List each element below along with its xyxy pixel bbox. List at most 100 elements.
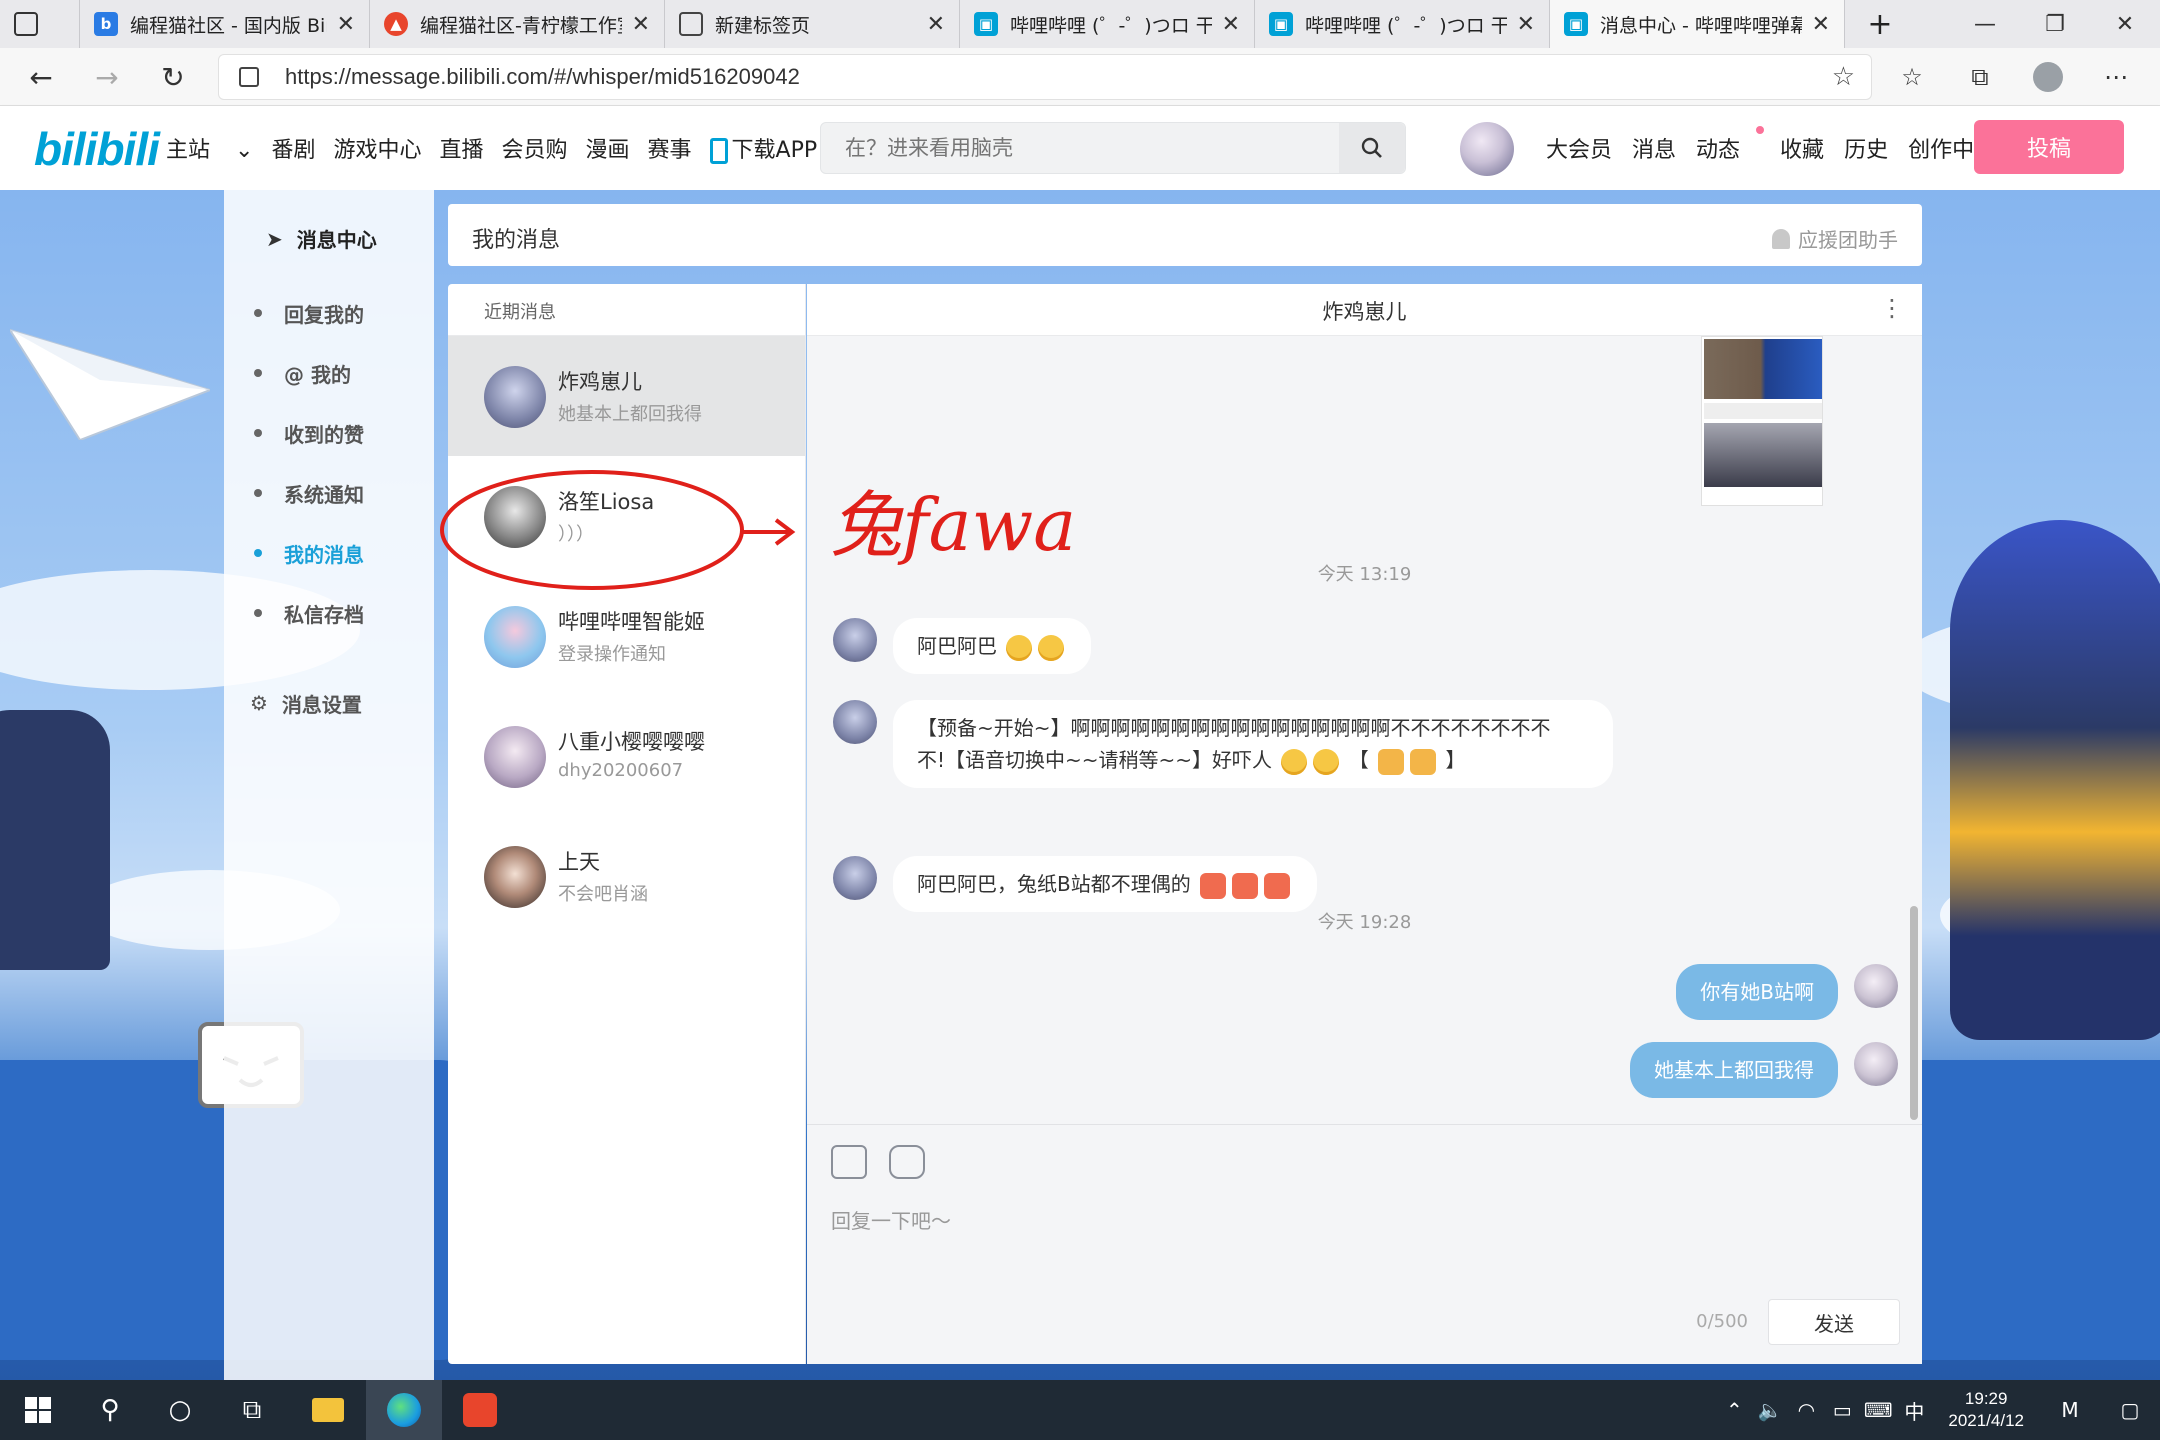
keyboard-icon[interactable]: ⌨ bbox=[1860, 1398, 1896, 1422]
new-tab-button[interactable]: + bbox=[1845, 0, 1915, 48]
search-button[interactable] bbox=[1339, 123, 1405, 173]
tab-title: 编程猫社区 - 国内版 Bing bbox=[130, 14, 327, 37]
app-tray-icon[interactable]: M bbox=[2040, 1398, 2100, 1422]
collections-icon[interactable]: ⧉ bbox=[1958, 56, 2002, 98]
post-button[interactable]: 投稿 bbox=[1974, 120, 2124, 174]
sidebar-item-system[interactable]: 系统通知 bbox=[254, 478, 364, 508]
smirk-emoji-icon bbox=[1006, 634, 1033, 661]
bullet-icon bbox=[254, 489, 262, 497]
tab-newtab[interactable]: 新建标签页 ✕ bbox=[665, 0, 960, 48]
gear-icon: ⚙ bbox=[250, 691, 268, 715]
lock-icon[interactable] bbox=[239, 67, 259, 87]
minimize-icon[interactable]: — bbox=[1950, 0, 2020, 48]
conversation-item[interactable]: 八重小樱嘤嘤嘤 dhy20200607 bbox=[448, 696, 805, 816]
ime-indicator[interactable]: 中 bbox=[1896, 1396, 1932, 1425]
conversation-item[interactable]: 洛笙Liosa ））） bbox=[448, 456, 805, 576]
scrollbar[interactable] bbox=[1910, 906, 1918, 1120]
add-favorite-icon[interactable]: ☆ bbox=[1832, 62, 1855, 92]
chevron-up-icon[interactable]: ⌃ bbox=[1716, 1398, 1752, 1422]
bilibili-logo[interactable]: bilibili bbox=[34, 122, 160, 176]
nav-item-shop[interactable]: 会员购 bbox=[502, 132, 568, 164]
close-icon[interactable]: ✕ bbox=[1812, 12, 1830, 37]
more-vertical-icon[interactable]: ⋮ bbox=[1880, 296, 1904, 320]
tab-codemao[interactable]: ▲ 编程猫社区-青柠檬工作室 ✕ bbox=[370, 0, 665, 48]
conversation-preview: 她基本上都回我得 bbox=[558, 404, 702, 425]
favorites-icon[interactable]: ☆ bbox=[1890, 56, 1934, 98]
nav-item-favorites[interactable]: 收藏 bbox=[1780, 132, 1824, 164]
nav-item-download-app[interactable]: 下载APP bbox=[709, 132, 836, 164]
avatar[interactable] bbox=[1854, 964, 1898, 1008]
nav-item-games[interactable]: 游戏中心 bbox=[333, 132, 421, 164]
task-view-icon[interactable]: ⧉ bbox=[214, 1380, 290, 1440]
image-upload-icon[interactable] bbox=[831, 1145, 867, 1179]
sidebar-item-mentions[interactable]: @ 我的 bbox=[254, 358, 351, 388]
message-history[interactable]: 今天 13:19 阿巴阿巴 【预备~开始~】啊啊啊啊啊啊啊啊啊啊啊啊啊啊啊啊不不… bbox=[807, 336, 1922, 1124]
forward-icon[interactable]: → bbox=[86, 56, 128, 98]
back-icon[interactable]: ← bbox=[20, 56, 62, 98]
tab-message-center[interactable]: ▣ 消息中心 - 哔哩哔哩弹幕视频网 ✕ bbox=[1550, 0, 1845, 48]
nav-item-live[interactable]: 直播 bbox=[439, 132, 483, 164]
close-window-icon[interactable]: ✕ bbox=[2090, 0, 2160, 48]
send-button[interactable]: 发送 bbox=[1768, 1299, 1900, 1345]
sidebar-item-my-messages[interactable]: 我的消息 bbox=[254, 538, 364, 568]
nav-item-dynamics[interactable]: 动态 bbox=[1696, 126, 1765, 164]
battery-icon[interactable]: ▭ bbox=[1824, 1398, 1860, 1422]
refresh-icon[interactable]: ↻ bbox=[152, 56, 194, 98]
search-icon bbox=[1361, 137, 1382, 158]
windows-start-icon[interactable] bbox=[0, 1380, 76, 1440]
support-helper-link[interactable]: 应援团助手 bbox=[1772, 224, 1898, 253]
chat-window: 炸鸡崽儿 ⋮ 今天 13:19 阿巴阿巴 【预备~开始~】啊啊啊啊啊啊啊啊啊啊啊… bbox=[807, 284, 1922, 1364]
avatar[interactable] bbox=[833, 618, 877, 662]
avatar[interactable] bbox=[833, 700, 877, 744]
volume-icon[interactable]: 🔈 bbox=[1752, 1398, 1788, 1422]
search-input[interactable] bbox=[821, 123, 1361, 173]
tab-title: 消息中心 - 哔哩哔哩弹幕视频网 bbox=[1600, 14, 1802, 37]
close-icon[interactable]: ✕ bbox=[927, 12, 945, 37]
codemao-app-icon[interactable] bbox=[442, 1380, 518, 1440]
close-icon[interactable]: ✕ bbox=[1517, 12, 1535, 37]
profile-icon[interactable] bbox=[2026, 56, 2070, 98]
nav-item-history[interactable]: 历史 bbox=[1844, 132, 1888, 164]
nav-item-vip[interactable]: 大会员 bbox=[1546, 132, 1612, 164]
crying-emoji-icon bbox=[1264, 872, 1291, 899]
nav-item-messages[interactable]: 消息 bbox=[1632, 132, 1676, 164]
url-bar[interactable]: https://message.bilibili.com/#/whisper/m… bbox=[218, 54, 1872, 100]
edge-browser-icon[interactable] bbox=[366, 1380, 442, 1440]
restore-icon[interactable]: ❐ bbox=[2020, 0, 2090, 48]
shocked-emoji-icon bbox=[1313, 748, 1340, 775]
tab-bilibili-1[interactable]: ▣ 哔哩哔哩 (゜-゜)つロ 干杯~ ✕ bbox=[960, 0, 1255, 48]
nav-item-main[interactable]: 主站 ⌄ bbox=[166, 132, 253, 164]
avatar[interactable] bbox=[833, 856, 877, 900]
tab-actions-menu[interactable] bbox=[0, 0, 80, 48]
close-icon[interactable]: ✕ bbox=[337, 12, 355, 37]
nav-item-anime[interactable]: 番剧 bbox=[271, 132, 315, 164]
emoji-picker-icon[interactable] bbox=[889, 1145, 925, 1179]
sidebar-item-settings[interactable]: ⚙ 消息设置 bbox=[250, 688, 362, 718]
conversation-item[interactable]: 上天 不会吧肖涵 bbox=[448, 816, 805, 936]
message-sidebar: ➤ 消息中心 回复我的 @ 我的 收到的赞 系统通知 我的消息 私信存档 ⚙ 消息… bbox=[224, 190, 434, 1380]
tab-bing[interactable]: b 编程猫社区 - 国内版 Bing ✕ bbox=[80, 0, 370, 48]
sidebar-item-likes[interactable]: 收到的赞 bbox=[254, 418, 364, 448]
sidebar-item-archive[interactable]: 私信存档 bbox=[254, 598, 364, 628]
file-explorer-icon[interactable] bbox=[290, 1380, 366, 1440]
close-icon[interactable]: ✕ bbox=[1222, 12, 1240, 37]
notification-icon[interactable]: ▢ bbox=[2100, 1398, 2160, 1422]
avatar[interactable] bbox=[1854, 1042, 1898, 1086]
tab-bilibili-2[interactable]: ▣ 哔哩哔哩 (゜-゜)つロ 干杯~ ✕ bbox=[1255, 0, 1550, 48]
clock[interactable]: 19:29 2021/4/12 bbox=[1948, 1388, 2024, 1432]
more-menu-icon[interactable]: ⋯ bbox=[2094, 56, 2138, 98]
conversation-item[interactable]: 炸鸡崽儿 她基本上都回我得 bbox=[448, 336, 805, 456]
image-message[interactable] bbox=[1701, 336, 1823, 506]
cortana-icon[interactable]: ○ bbox=[142, 1380, 218, 1440]
conversation-name: 洛笙Liosa bbox=[558, 490, 655, 514]
search-icon[interactable]: ⚲ bbox=[72, 1380, 148, 1440]
conversation-item[interactable]: 哔哩哔哩智能姬 登录操作通知 bbox=[448, 576, 805, 696]
message-input[interactable]: 回复一下吧～ bbox=[831, 1205, 951, 1234]
wifi-icon[interactable]: ◠ bbox=[1788, 1398, 1824, 1422]
nav-item-esports[interactable]: 赛事 bbox=[648, 132, 692, 164]
nav-item-manga[interactable]: 漫画 bbox=[586, 132, 630, 164]
sidebar-item-replies[interactable]: 回复我的 bbox=[254, 298, 364, 328]
url-text[interactable]: https://message.bilibili.com/#/whisper/m… bbox=[285, 64, 800, 90]
close-icon[interactable]: ✕ bbox=[632, 12, 650, 37]
user-avatar[interactable] bbox=[1460, 122, 1514, 176]
